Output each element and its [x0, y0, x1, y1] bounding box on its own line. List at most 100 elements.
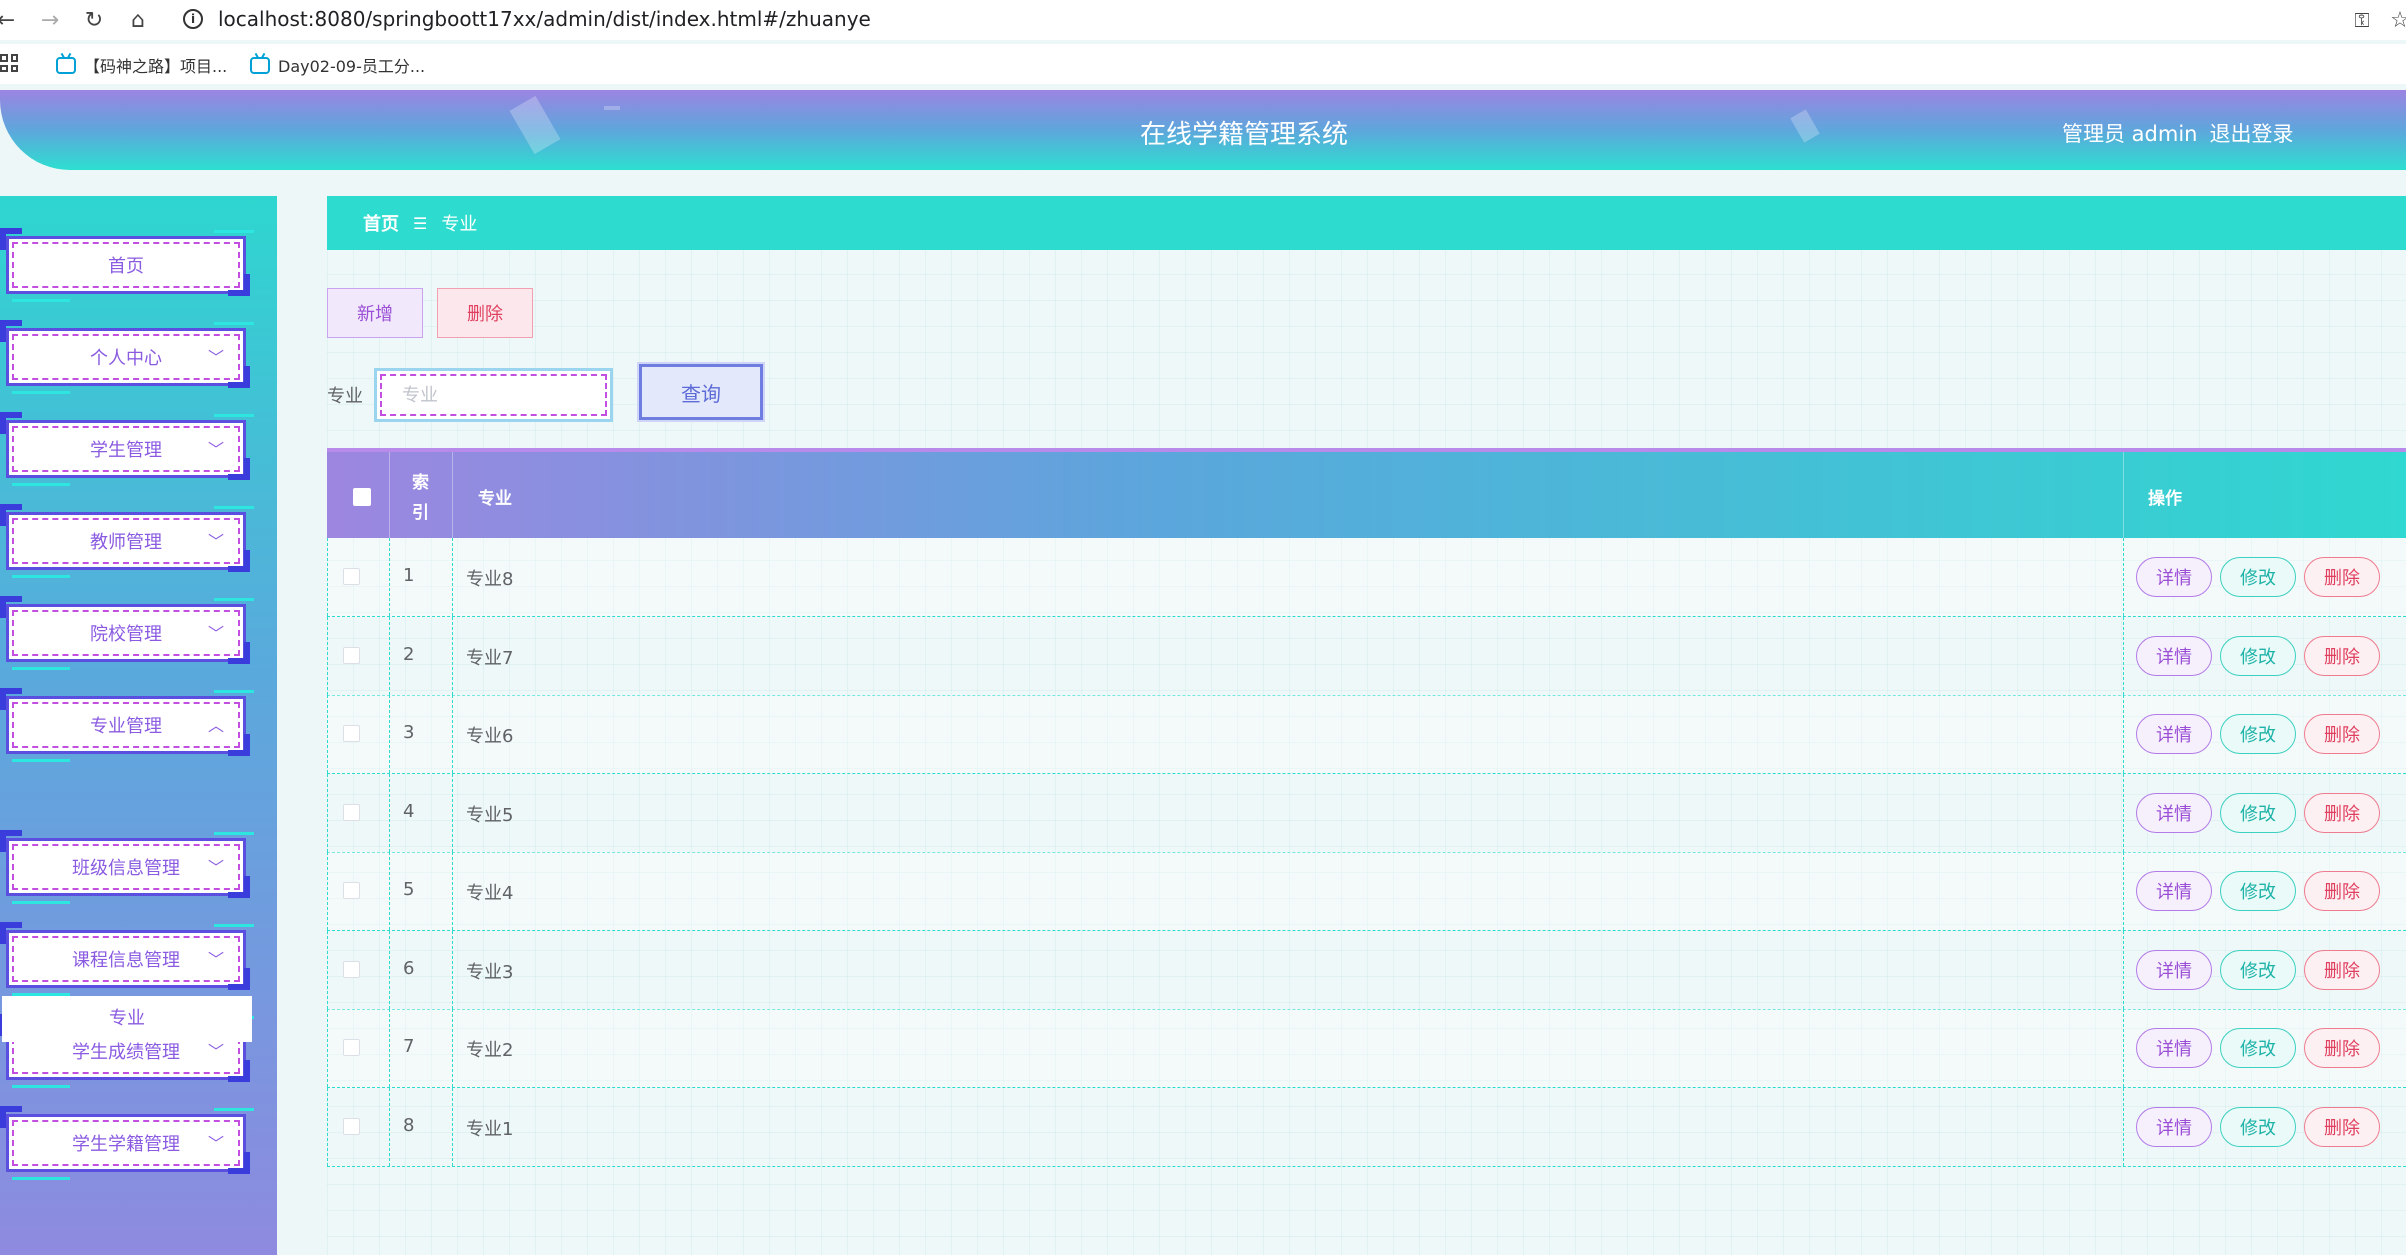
submenu-item-zhuanye[interactable]: 专业 — [2, 996, 252, 1042]
row-name: 专业4 — [466, 883, 514, 904]
bookmark-item[interactable]: 【码神之路】项目... — [56, 53, 227, 77]
forward-icon[interactable]: → — [36, 6, 64, 34]
edit-button[interactable]: 修改 — [2220, 557, 2296, 597]
batch-delete-button[interactable]: 删除 — [437, 288, 533, 338]
row-name: 专业3 — [466, 961, 514, 983]
sidebar-item[interactable]: 教师管理 ﹀ — [0, 504, 254, 578]
detail-button[interactable]: 详情 — [2136, 1106, 2212, 1147]
header-decoration — [1790, 109, 1820, 143]
sidebar-item[interactable]: 学生学籍管理 ﹀ — [0, 1106, 254, 1180]
header-ops: 操作 — [2148, 489, 2182, 509]
row-name: 专业8 — [466, 569, 514, 590]
menu-decoration — [12, 299, 70, 302]
detail-button[interactable]: 详情 — [2136, 557, 2212, 597]
menu-decoration — [0, 228, 22, 250]
delete-button[interactable]: 删除 — [2304, 871, 2380, 911]
sidebar-item[interactable]: 院校管理 ﹀ — [0, 596, 254, 670]
header-name: 专业 — [478, 489, 512, 509]
row-checkbox[interactable] — [343, 960, 360, 978]
edit-button[interactable]: 修改 — [2220, 635, 2296, 676]
logout-link[interactable]: 退出登录 — [2209, 118, 2293, 148]
row-checkbox[interactable] — [343, 646, 360, 664]
home-icon[interactable]: ⌂ — [124, 6, 152, 34]
detail-button[interactable]: 详情 — [2136, 792, 2212, 833]
row-name: 专业7 — [466, 647, 514, 669]
row-index: 4 — [403, 800, 415, 822]
bookmark-item[interactable]: Day02-09-员工分... — [250, 53, 425, 77]
cell-divider — [327, 538, 328, 616]
delete-button[interactable]: 删除 — [2304, 635, 2380, 676]
site-info-icon[interactable]: i — [183, 9, 203, 29]
cell-divider — [389, 773, 390, 852]
sidebar-item[interactable]: 学生管理 ﹀ — [0, 412, 254, 486]
search-input[interactable] — [380, 374, 607, 416]
back-icon[interactable]: ← — [0, 6, 20, 34]
row-checkbox[interactable] — [343, 1117, 360, 1135]
main-content: 首页 ☰ 专业 新增 删除 专业 查询 索引 专业 操作 1专业8详情修改删除2… — [327, 196, 2406, 1255]
sidebar-item-label: 首页 — [108, 256, 144, 277]
menu-decoration — [12, 667, 70, 670]
cell-divider — [389, 1087, 390, 1166]
cell-divider — [327, 1009, 328, 1087]
apps-grid-icon[interactable] — [0, 54, 18, 72]
cell-divider — [327, 616, 328, 695]
header-divider — [2123, 452, 2124, 538]
row-checkbox[interactable] — [343, 803, 360, 821]
sidebar-item[interactable]: 首页 — [0, 228, 254, 302]
delete-button[interactable]: 删除 — [2304, 1106, 2380, 1147]
cell-divider — [2123, 616, 2124, 695]
detail-button[interactable]: 详情 — [2136, 871, 2212, 911]
delete-button[interactable]: 删除 — [2304, 792, 2380, 833]
table-row: 5 专业4 详情 修改 删除 — [327, 852, 2406, 931]
sidebar-item[interactable]: 个人中心 ﹀ — [0, 320, 254, 394]
detail-button[interactable]: 详情 — [2136, 1028, 2212, 1068]
sidebar-item[interactable]: 班级信息管理 ﹀ — [0, 830, 254, 904]
bookmarks-bar: 【码神之路】项目... Day02-09-员工分... — [0, 44, 2406, 84]
row-name: 专业1 — [466, 1118, 514, 1140]
bilibili-icon — [56, 56, 76, 74]
edit-button[interactable]: 修改 — [2220, 871, 2296, 911]
menu-decoration — [214, 1108, 254, 1111]
breadcrumb: 首页 ☰ 专业 — [327, 196, 2406, 250]
sidebar-item[interactable]: 专业管理 ︿ — [0, 688, 254, 762]
edit-button[interactable]: 修改 — [2220, 714, 2296, 754]
star-icon[interactable]: ☆ — [2386, 6, 2406, 34]
edit-button[interactable]: 修改 — [2220, 1106, 2296, 1147]
row-checkbox[interactable] — [343, 725, 360, 742]
table-row: 6 专业3 详情 修改 删除 — [327, 930, 2406, 1010]
reload-icon[interactable]: ↻ — [80, 6, 108, 34]
row-index: 8 — [403, 1114, 415, 1136]
cell-divider — [452, 695, 453, 773]
breadcrumb-home[interactable]: 首页 — [363, 210, 399, 236]
detail-button[interactable]: 详情 — [2136, 949, 2212, 990]
row-checkbox[interactable] — [343, 882, 360, 899]
delete-button[interactable]: 删除 — [2304, 557, 2380, 597]
menu-decoration — [0, 320, 22, 342]
add-button[interactable]: 新增 — [327, 288, 423, 338]
row-index: 2 — [403, 643, 415, 665]
key-icon[interactable]: ⚿ — [2348, 6, 2376, 34]
edit-button[interactable]: 修改 — [2220, 1028, 2296, 1068]
select-all-checkbox[interactable] — [353, 488, 371, 506]
delete-button[interactable]: 删除 — [2304, 1028, 2380, 1068]
edit-button[interactable]: 修改 — [2220, 792, 2296, 833]
query-button[interactable]: 查询 — [637, 362, 765, 422]
row-index: 6 — [403, 957, 415, 979]
delete-button[interactable]: 删除 — [2304, 714, 2380, 754]
cell-divider — [452, 852, 453, 930]
cell-divider — [452, 773, 453, 852]
row-checkbox[interactable] — [343, 568, 360, 585]
address-bar[interactable]: localhost:8080/springboott17xx/admin/dis… — [218, 7, 871, 31]
delete-button[interactable]: 删除 — [2304, 949, 2380, 990]
detail-button[interactable]: 详情 — [2136, 635, 2212, 676]
detail-button[interactable]: 详情 — [2136, 714, 2212, 754]
edit-button[interactable]: 修改 — [2220, 949, 2296, 990]
sidebar-item[interactable]: 课程信息管理 ﹀ — [0, 922, 254, 996]
menu-decoration — [12, 483, 70, 486]
row-checkbox[interactable] — [343, 1039, 360, 1056]
cell-divider — [452, 1087, 453, 1166]
menu-decoration — [214, 832, 254, 835]
menu-decoration — [0, 1106, 22, 1128]
cell-divider — [389, 616, 390, 695]
search-label: 专业 — [327, 386, 363, 407]
